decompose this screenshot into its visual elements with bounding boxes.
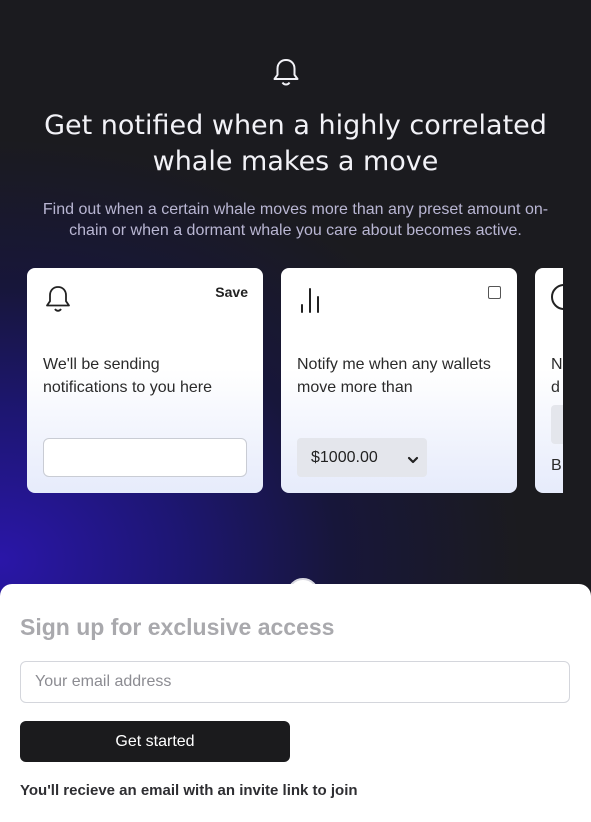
get-started-button[interactable]: Get started: [20, 721, 290, 762]
email-field[interactable]: [20, 661, 570, 703]
bell-icon: [270, 56, 302, 88]
amount-select-value: $1000.00: [311, 449, 378, 466]
dormant-field[interactable]: [551, 405, 563, 444]
threshold-card-text: Notify me when any wallets move more tha…: [297, 356, 491, 396]
save-button[interactable]: Save: [215, 284, 248, 300]
notify-card: Save We'll be sending notifications to y…: [27, 268, 263, 493]
notify-card-text: We'll be sending notifications to you he…: [43, 356, 212, 396]
amount-select[interactable]: $1000.00: [297, 438, 427, 477]
threshold-checkbox[interactable]: [488, 286, 501, 299]
invite-note: You'll recieve an email with an invite l…: [20, 782, 358, 799]
hero-subtitle: Find out when a certain whale moves more…: [42, 201, 549, 239]
bar-chart-icon: [297, 283, 327, 315]
dormant-card: N d B: [535, 268, 563, 493]
dormant-card-text-line2: d: [551, 379, 560, 396]
signup-title: Sign up for exclusive access: [20, 614, 335, 640]
notification-destination-input[interactable]: [43, 438, 247, 477]
hero-title: Get notified when a highly correlated wh…: [44, 110, 547, 177]
clock-icon: [551, 284, 563, 310]
dormant-card-text: N d: [551, 353, 563, 399]
dormant-card-text-line1: N: [551, 356, 563, 373]
bell-icon: [43, 283, 73, 315]
threshold-card: Notify me when any wallets move more tha…: [281, 268, 517, 493]
dormant-card-foot: B: [551, 457, 562, 474]
signup-panel: Sign up for exclusive access Get started…: [0, 584, 591, 822]
feature-cards: Save We'll be sending notifications to y…: [27, 268, 563, 493]
chevron-down-icon: [407, 452, 419, 464]
